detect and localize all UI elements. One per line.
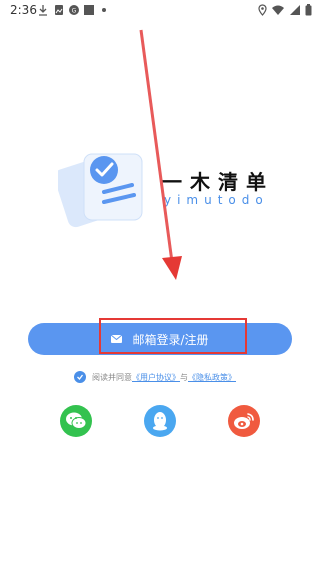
wechat-login-button[interactable] (60, 405, 92, 437)
agreement-joiner: 与 (180, 372, 188, 382)
wifi-icon (272, 5, 284, 15)
privacy-policy-link[interactable]: 《隐私政策》 (188, 372, 236, 383)
qq-login-button[interactable] (144, 405, 176, 437)
svg-text:G: G (72, 8, 77, 15)
circle-icon: G (69, 5, 79, 15)
weibo-login-button[interactable] (228, 405, 260, 437)
download-icon (39, 5, 47, 16)
email-login-label: 邮箱登录/注册 (132, 332, 209, 347)
checkbox-checked-icon[interactable] (74, 371, 86, 383)
status-bar: 2:36 G (0, 0, 320, 22)
annotation-arrow (139, 29, 182, 280)
qq-icon (153, 412, 167, 431)
status-right (258, 4, 312, 16)
battery-icon (305, 4, 312, 16)
signal-icon (290, 5, 300, 15)
square-icon (84, 5, 94, 15)
location-icon (258, 4, 267, 16)
app-title: 一木清单 (162, 170, 274, 194)
dot-icon (102, 8, 106, 12)
weibo-icon (234, 413, 254, 429)
user-agreement-link[interactable]: 《用户协议》 (132, 372, 180, 383)
agreement-prefix: 阅读并同意 (92, 372, 132, 382)
mail-icon (111, 335, 123, 343)
status-time: 2:36 (10, 3, 37, 17)
image-icon (55, 5, 63, 15)
agreement-row: 阅读并同意 《用户协议》 与 《隐私政策》 (74, 370, 236, 384)
app-logo (58, 140, 153, 235)
wechat-icon (66, 412, 87, 429)
app-subtitle: yimutodo (164, 193, 269, 207)
email-login-button[interactable]: 邮箱登录/注册 (28, 323, 292, 355)
